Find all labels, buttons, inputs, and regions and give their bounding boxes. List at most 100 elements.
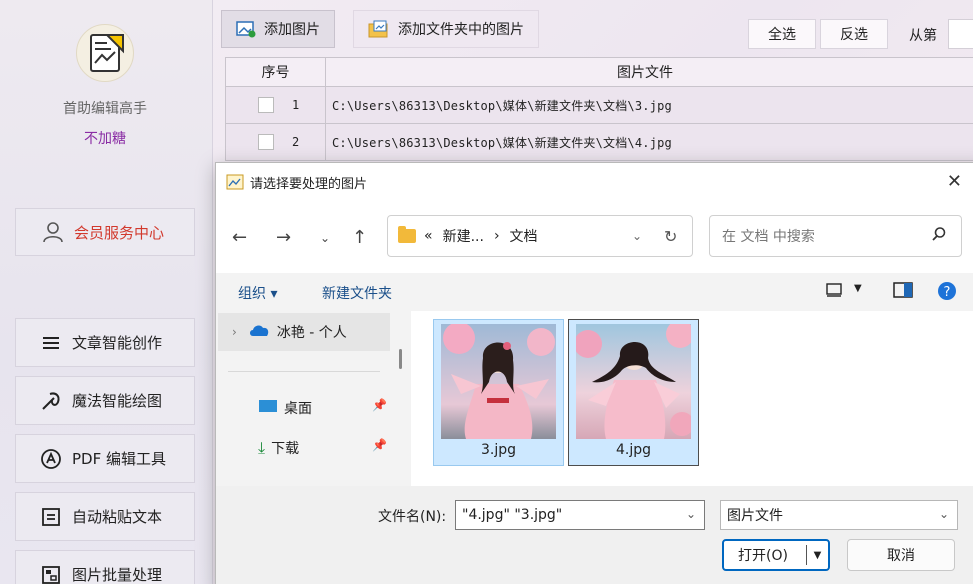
chevron-down-icon[interactable]: ⌄: [939, 507, 949, 521]
app-subtitle: 不加糖: [84, 131, 126, 147]
sidebar-item-article[interactable]: 文章智能创作: [15, 318, 195, 367]
sidebar-item-drawing[interactable]: 魔法智能绘图: [15, 376, 195, 425]
cancel-button[interactable]: 取消: [847, 539, 955, 571]
sidebar-item-label: 自动粘贴文本: [72, 508, 163, 526]
sidebar: 首助编辑高手 不加糖 会员服务中心 文章智能创作 魔法智能绘图 PDF 编辑工具…: [0, 0, 213, 584]
filetype-select[interactable]: 图片文件 ⌄: [720, 500, 958, 530]
navigation-pane: › 冰艳 - 个人 桌面 📌 ⤓ 下载 📌: [216, 311, 394, 486]
file-name: 3.jpg: [480, 442, 517, 458]
vip-center-label: 会员服务中心: [74, 223, 165, 242]
select-all-button[interactable]: 全选: [748, 19, 816, 49]
image-table: 序号 图片文件 1 C:\Users\86313\Desktop\媒体\新建文件…: [225, 57, 973, 161]
row-index-cell: 1: [226, 87, 326, 123]
search-placeholder: 在 文档 中搜索: [722, 229, 815, 245]
svg-text:?: ?: [944, 285, 951, 300]
menu-lines-icon: [40, 332, 62, 354]
add-image-icon: [236, 20, 256, 38]
app-name: 首助编辑高手: [63, 101, 147, 117]
sidebar-item-label: 魔法智能绘图: [72, 392, 163, 410]
recent-locations-chevron-icon[interactable]: ⌄: [320, 231, 330, 245]
open-dropdown-icon[interactable]: ▼: [807, 550, 828, 561]
organize-button[interactable]: 组织 ▾: [238, 283, 277, 303]
refresh-icon[interactable]: ↻: [664, 227, 677, 246]
up-arrow-icon[interactable]: ↑: [352, 227, 367, 248]
view-dropdown-icon[interactable]: ▼: [854, 283, 862, 294]
view-mode-icon[interactable]: [826, 282, 844, 302]
sidebar-item-label: PDF 编辑工具: [72, 450, 166, 468]
invert-select-button[interactable]: 反选: [820, 19, 888, 49]
col-file-header: 图片文件: [617, 65, 673, 81]
image-thumbnail: [441, 324, 556, 439]
pin-icon: 📌: [372, 438, 387, 452]
tree-item-label: 下载: [271, 441, 300, 457]
sidebar-item-label: 图片批量处理: [72, 566, 163, 584]
row-index: 1: [292, 98, 300, 112]
row-checkbox[interactable]: [258, 97, 274, 113]
add-image-label: 添加图片: [264, 22, 320, 38]
file-item[interactable]: 3.jpg: [433, 319, 564, 466]
help-icon[interactable]: ?: [937, 281, 957, 305]
tree-item-onedrive[interactable]: › 冰艳 - 个人: [218, 313, 390, 351]
table-row[interactable]: 2 C:\Users\86313\Desktop\媒体\新建文件夹\文档\4.j…: [225, 124, 973, 161]
add-image-button[interactable]: 添加图片: [221, 10, 335, 48]
sidebar-item-label: 文章智能创作: [72, 334, 163, 352]
open-button[interactable]: 打开(O) ▼: [722, 539, 830, 571]
table-row[interactable]: 1 C:\Users\86313\Desktop\媒体\新建文件夹\文档\3.j…: [225, 87, 973, 124]
new-folder-button[interactable]: 新建文件夹: [322, 283, 392, 303]
magic-wand-icon: [40, 390, 62, 412]
image-file-icon: [226, 174, 244, 190]
app-logo: [76, 24, 134, 82]
search-icon: [931, 226, 947, 246]
edit-document-icon: [90, 34, 124, 72]
dialog-titlebar: 请选择要处理的图片: [216, 163, 973, 201]
vip-center-button[interactable]: 会员服务中心: [15, 208, 195, 256]
breadcrumb-current[interactable]: 文档: [510, 226, 538, 246]
from-label: 从第: [909, 28, 937, 44]
download-icon: ⤓: [258, 438, 266, 457]
sidebar-item-paste[interactable]: 自动粘贴文本: [15, 492, 195, 541]
filename-value: "4.jpg" "3.jpg": [462, 507, 563, 523]
sidebar-item-image-batch[interactable]: 图片批量处理: [15, 550, 195, 584]
file-name: 4.jpg: [615, 442, 652, 458]
dialog-navbar: ← → ⌄ ↑ « 新建... › 文档 ⌄ ↻ 在 文档 中搜索: [216, 201, 973, 273]
filename-label: 文件名(N):: [378, 509, 447, 525]
close-icon[interactable]: ✕: [947, 171, 962, 192]
address-dropdown-icon[interactable]: ⌄: [632, 229, 642, 243]
image-thumbnail: [576, 324, 691, 439]
row-path: C:\Users\86313\Desktop\媒体\新建文件夹\文档\4.jpg: [332, 135, 672, 150]
image-batch-icon: [40, 564, 62, 584]
expand-chevron-icon[interactable]: ›: [232, 325, 237, 339]
preview-pane-icon[interactable]: [893, 282, 913, 302]
row-index-cell: 2: [226, 124, 326, 160]
tree-item-downloads[interactable]: ⤓ 下载 📌: [258, 436, 387, 460]
breadcrumb-parent[interactable]: 新建...: [443, 226, 484, 246]
file-open-dialog: 请选择要处理的图片 ✕ ← → ⌄ ↑ « 新建... › 文档 ⌄ ↻ 在 文…: [215, 162, 973, 584]
tree-item-label: 桌面: [284, 401, 312, 417]
back-arrow-icon[interactable]: ←: [232, 227, 247, 248]
address-bar[interactable]: « 新建... › 文档 ⌄ ↻: [387, 215, 693, 257]
file-item[interactable]: 4.jpg: [568, 319, 699, 466]
tree-divider: [228, 371, 380, 372]
from-index-input[interactable]: [948, 19, 973, 49]
scrollbar-thumb[interactable]: [399, 349, 402, 369]
filename-input[interactable]: "4.jpg" "3.jpg" ⌄: [455, 500, 705, 530]
search-input[interactable]: 在 文档 中搜索: [709, 215, 962, 257]
tree-item-desktop[interactable]: 桌面 📌: [258, 396, 387, 420]
user-icon: [42, 221, 64, 243]
forward-arrow-icon[interactable]: →: [276, 227, 291, 248]
folder-icon: [398, 226, 416, 243]
filetype-value: 图片文件: [727, 508, 783, 524]
table-header: 序号 图片文件: [225, 57, 973, 87]
add-folder-images-label: 添加文件夹中的图片: [398, 22, 524, 38]
chevron-down-icon[interactable]: ⌄: [686, 507, 696, 521]
dialog-title: 请选择要处理的图片: [250, 176, 368, 192]
sidebar-item-pdf[interactable]: PDF 编辑工具: [15, 434, 195, 483]
pin-icon: 📌: [372, 398, 387, 412]
file-list: 3.jpg 4.jpg: [411, 311, 973, 486]
add-folder-images-button[interactable]: 添加文件夹中的图片: [353, 10, 539, 48]
row-index: 2: [292, 135, 300, 149]
row-path: C:\Users\86313\Desktop\媒体\新建文件夹\文档\3.jpg: [332, 98, 672, 113]
address-prefix: «: [424, 228, 433, 244]
row-checkbox[interactable]: [258, 134, 274, 150]
breadcrumb-separator: ›: [493, 228, 500, 244]
